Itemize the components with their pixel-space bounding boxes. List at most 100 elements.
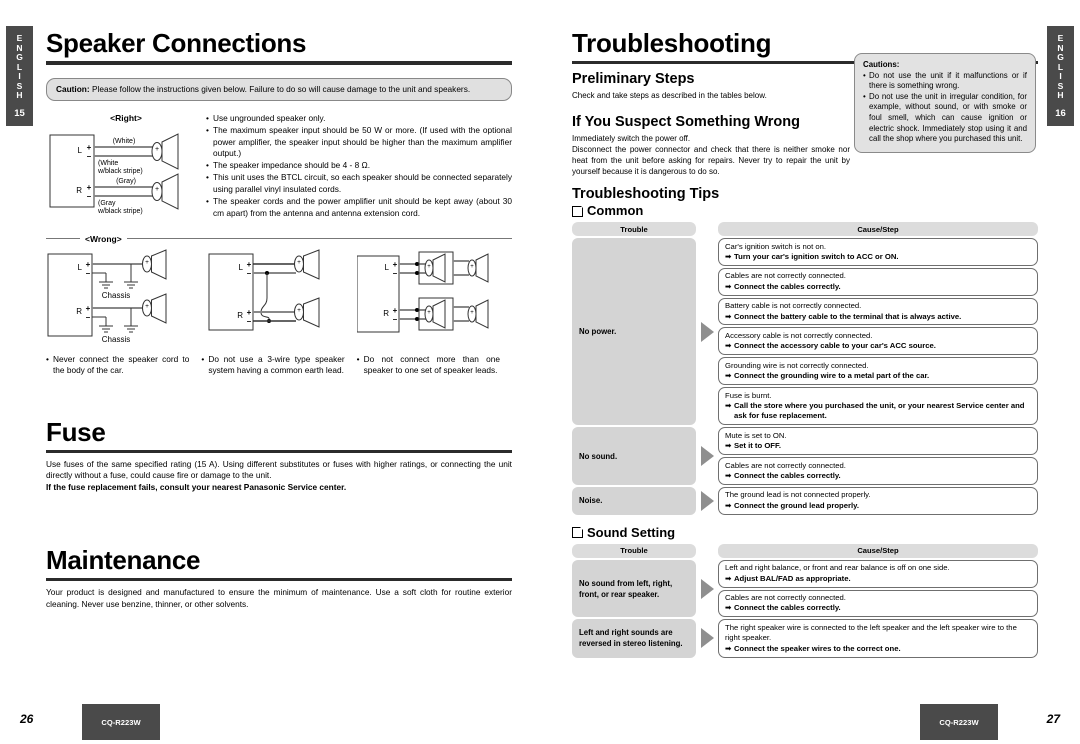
svg-text:+: +	[87, 143, 92, 152]
svg-text:R: R	[76, 307, 82, 316]
cautions-box: Cautions: • Do not use the unit if it mal…	[854, 53, 1036, 153]
svg-text:+: +	[86, 304, 91, 313]
row-arrow-container	[696, 560, 718, 618]
svg-text:+: +	[155, 146, 159, 153]
cause-text: Grounding wire is not correctly connecte…	[725, 360, 869, 370]
maintenance-body: Your product is designed and manufacture…	[46, 587, 512, 610]
wrong-wiring-section: <Wrong> L + – Chassis + R + – Chassis + …	[46, 234, 512, 377]
svg-text:+: +	[392, 260, 397, 269]
arrow-right-icon: ➡	[725, 251, 732, 261]
svg-text:+: +	[145, 259, 149, 266]
triangle-right-icon	[700, 321, 714, 342]
svg-text:+: +	[297, 259, 301, 266]
step-text: ➡ Set it to OFF.	[725, 441, 1031, 451]
header-rule-left	[46, 238, 80, 240]
bullet-dot-icon: •	[206, 172, 209, 183]
svg-text:+: +	[87, 183, 92, 192]
cause-text: Left and right balance, or front and rea…	[725, 563, 950, 573]
speaker-bullets-list: • Use ungrounded speaker only. • The maxim…	[206, 113, 512, 220]
wrong-diagrams-row: L + – Chassis + R + – Chassis + L + – + …	[46, 248, 512, 348]
cause-step-box: Cables are not correctly connected. ➡ Conn…	[718, 457, 1038, 485]
svg-text:+: +	[86, 260, 91, 269]
list-item: • The speaker cords and the power amplifi…	[206, 196, 512, 218]
cause-step-box: Grounding wire is not correctly connecte…	[718, 357, 1038, 386]
preliminary-body: Check and take steps as described in the…	[572, 91, 767, 100]
arrow-right-icon: ➡	[725, 341, 732, 351]
cause-step-box: Fuse is burnt. ➡ Call the store where you …	[718, 387, 1038, 426]
step-label: Set it to OFF.	[734, 441, 781, 451]
trouble-cell: Noise.	[572, 486, 696, 515]
arrow-right-icon: ➡	[725, 573, 732, 583]
svg-text:+: +	[247, 260, 252, 269]
trouble-cell: No power.	[572, 238, 696, 426]
trouble-cell: No sound.	[572, 427, 696, 485]
preliminary-block: Preliminary Steps Check and take steps a…	[572, 70, 834, 101]
page-number-right: 27	[1046, 712, 1060, 726]
bullet-dot-icon: •	[201, 353, 205, 364]
fuse-section: Fuse Use fuses of the same specified rat…	[46, 417, 512, 494]
page-title-speaker-connections: Speaker Connections	[46, 28, 307, 58]
table-header-row: Trouble Cause/Step	[572, 222, 1038, 236]
row-arrow-container	[696, 619, 718, 657]
bullet-dot-icon: •	[206, 125, 209, 136]
step-text: ➡ Adjust BAL/FAD as appropriate.	[725, 574, 1031, 584]
diagram-label-right: <Right>	[110, 113, 142, 123]
heading-troubleshooting-tips: Troubleshooting Tips	[572, 186, 720, 202]
column-header-spacer	[696, 222, 718, 236]
sidebar-tab-english-left: E N G L I S H 15	[6, 26, 33, 126]
cause-step-column: The right speaker wire is connected to t…	[718, 619, 1038, 658]
correct-wiring-section: <Right> L + – (White) (White w/black str…	[46, 113, 512, 220]
bullet-dot-icon: •	[206, 196, 209, 207]
column-header-cause-step: Cause/Step	[718, 543, 1038, 558]
suspect-body-2: Disconnect the power connector and check…	[572, 145, 850, 176]
arrow-right-icon: ➡	[725, 603, 732, 613]
bullet-dot-icon: •	[46, 353, 49, 364]
cause-step-box: Left and right balance, or front and rea…	[718, 559, 1038, 588]
trouble-cell: No sound from left, right, front, or rea…	[572, 559, 696, 618]
wrong-diagram-parallel-speakers: L + – + + R + – + +	[356, 248, 512, 348]
group-title-label: Common	[587, 203, 644, 218]
step-text: ➡ Connect the ground lead properly.	[725, 501, 1031, 511]
step-label: Connect the cables correctly.	[734, 471, 841, 480]
svg-text:+: +	[297, 307, 301, 314]
group-title-label: Sound Setting	[587, 524, 676, 540]
cause-text: Cables are not correctly connected.	[725, 271, 846, 281]
svg-text:w/black stripe): w/black stripe)	[97, 168, 143, 175]
svg-text:L: L	[78, 146, 83, 155]
cause-text: The ground lead is not connected properl…	[725, 490, 871, 500]
column-header-cause-step: Cause/Step	[718, 222, 1038, 236]
fuse-body: Use fuses of the same specified rating (…	[46, 458, 512, 481]
cause-text: Car's ignition switch is not on.	[725, 241, 827, 251]
cause-step-box: The ground lead is not connected properl…	[718, 486, 1038, 515]
step-text: ➡ Connect the cables correctly.	[725, 471, 1031, 481]
model-badge-right: CQ-R223W	[920, 704, 998, 740]
wiring-diagram-correct-svg: L + – (White) (White w/black stripe) + R…	[49, 133, 179, 215]
svg-text:(White): (White)	[113, 138, 136, 145]
svg-text:–: –	[86, 269, 91, 278]
row-arrow-container	[696, 487, 718, 515]
bullet-dot-icon: •	[206, 113, 209, 123]
step-text: ➡ Connect the speaker wires to the correc…	[725, 644, 1031, 654]
bullet-dot-icon: •	[206, 160, 209, 171]
svg-text:+: +	[427, 310, 431, 316]
trouble-cell: Left and right sounds are reversed in st…	[572, 619, 696, 658]
cause-step-box: The right speaker wire is connected to t…	[718, 619, 1038, 658]
svg-text:–: –	[87, 192, 92, 201]
cause-step-box: Cables are not correctly connected. ➡ Conn…	[718, 589, 1038, 618]
diagram-label-wrong: <Wrong>	[85, 233, 122, 244]
cause-step-box: Accessory cable is not correctly connect…	[718, 327, 1038, 356]
table-row: Left and right sounds are reversed in st…	[572, 619, 1038, 658]
svg-text:–: –	[392, 315, 397, 324]
list-item: • This unit uses the BTCL circuit, so eac…	[206, 172, 512, 195]
wrong-diagram-common-earth: L + – + R + – +	[201, 248, 356, 348]
model-badge-left: CQ-R223W	[82, 704, 160, 740]
step-label: Connect the cables correctly.	[734, 603, 841, 613]
cause-step-box: Mute is set to ON. ➡ Set it to OFF.	[718, 427, 1038, 456]
tab-page-number: 15	[14, 107, 25, 119]
title-rule	[46, 61, 512, 65]
section-title-maintenance: Maintenance	[46, 545, 201, 576]
table-header-row: Trouble Cause/Step	[572, 543, 1038, 558]
row-arrow-container	[696, 427, 718, 485]
cautions-item: • Do not use the unit if it malfunctions …	[863, 70, 1027, 91]
cause-step-column: Mute is set to ON. ➡ Set it to OFF. Cables …	[718, 427, 1038, 485]
